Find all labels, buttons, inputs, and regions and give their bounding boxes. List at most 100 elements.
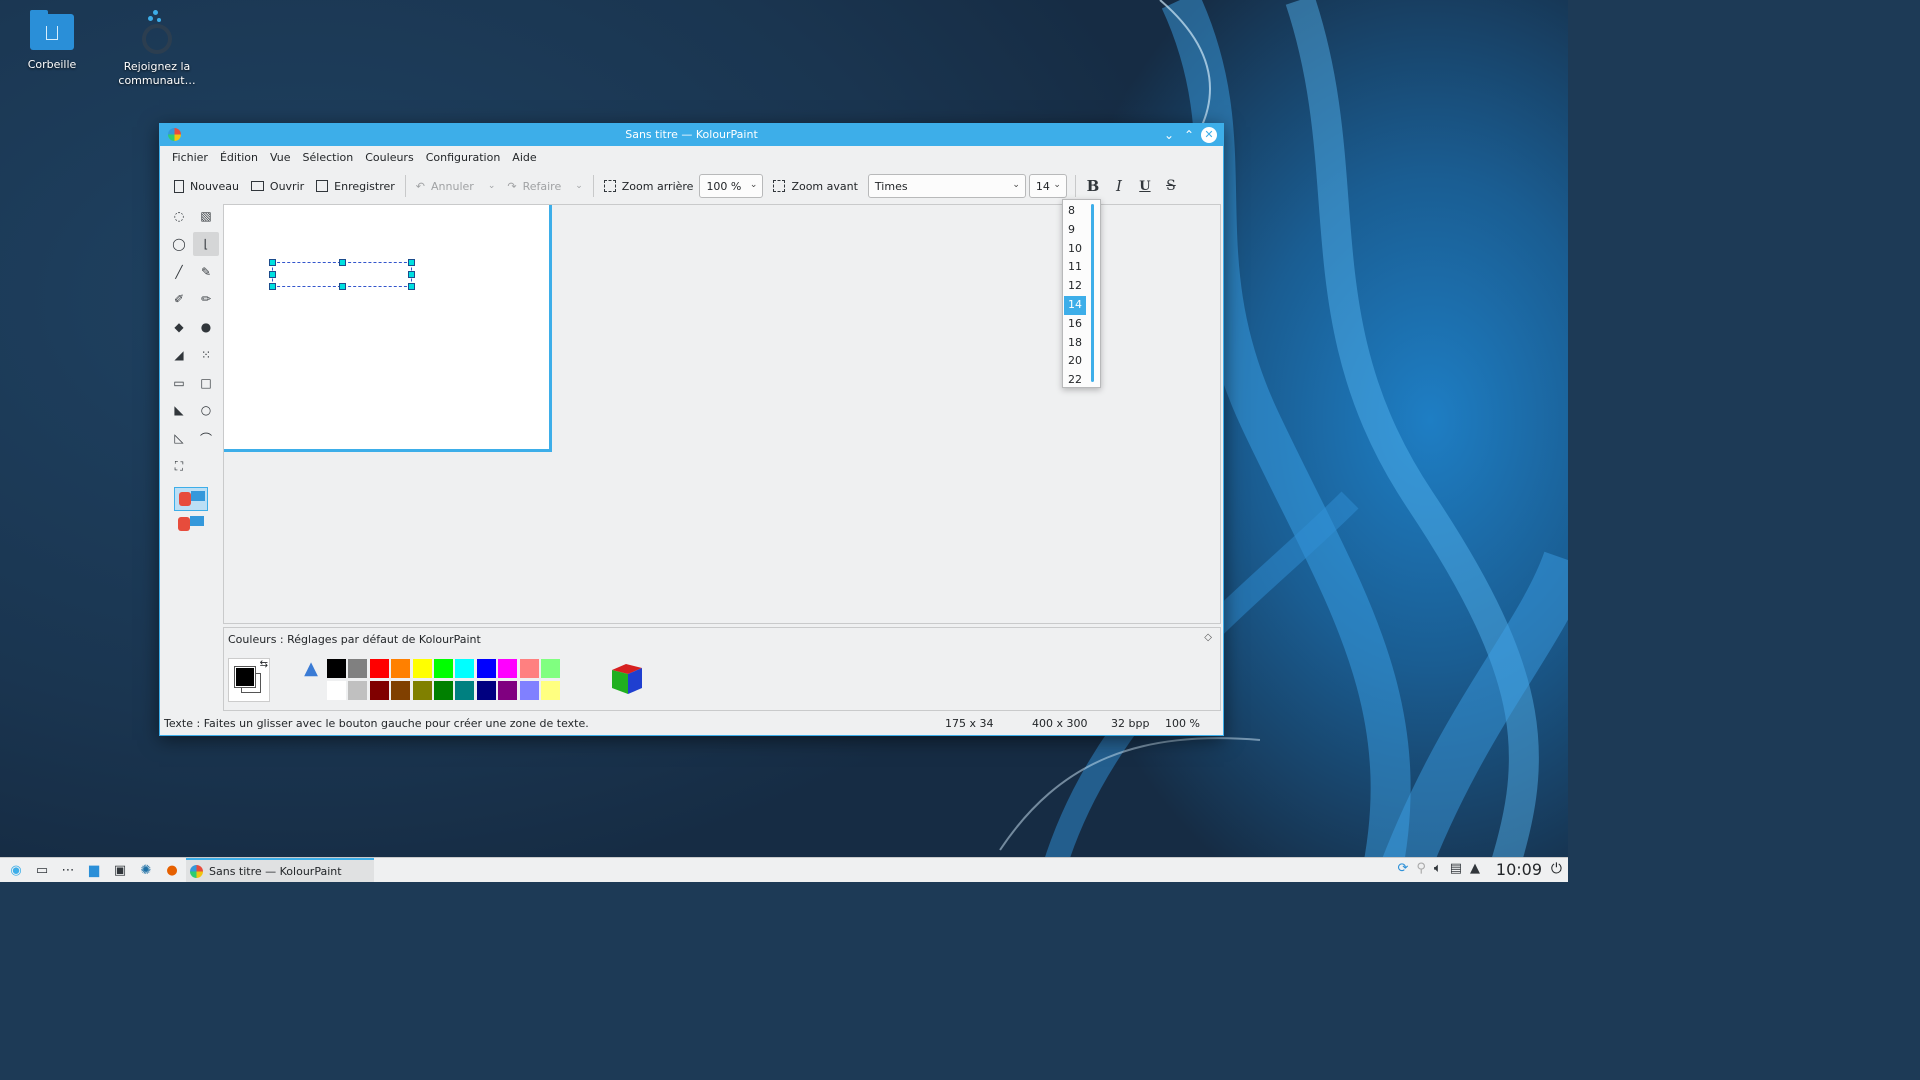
menu-vue[interactable]: Vue xyxy=(264,146,297,170)
opaque-selection-option[interactable] xyxy=(174,487,208,511)
file-manager-icon[interactable]: ▆ xyxy=(84,860,104,880)
color-cube-icon[interactable] xyxy=(610,662,644,696)
title-bar[interactable]: Sans titre — KolourPaint ⌄ ⌃ ✕ xyxy=(160,124,1223,146)
font-size-option[interactable]: 12 xyxy=(1064,277,1086,296)
bold-button[interactable]: B xyxy=(1080,173,1106,199)
drawing-canvas[interactable] xyxy=(224,205,552,452)
menu-fichier[interactable]: Fichier xyxy=(166,146,214,170)
polygon-tool[interactable]: ◣ xyxy=(166,398,192,422)
desktop-icon-trash[interactable]: Corbeille xyxy=(7,8,97,72)
menu-edition[interactable]: Édition xyxy=(214,146,264,170)
resize-handle[interactable] xyxy=(269,271,276,278)
dropdown-scrollbar[interactable] xyxy=(1091,204,1094,382)
font-size-option[interactable]: 8 xyxy=(1064,202,1086,221)
desktop-icon-community[interactable]: Rejoignez la communaut… xyxy=(112,8,202,88)
font-size-option[interactable]: 18 xyxy=(1064,334,1086,353)
palette-color-swatch[interactable] xyxy=(390,658,412,679)
power-icon[interactable]: ⏻ xyxy=(1551,861,1562,877)
zoom-tool[interactable]: ⛶ xyxy=(166,454,192,478)
palette-color-swatch[interactable] xyxy=(475,680,497,701)
open-button[interactable]: Ouvrir xyxy=(245,173,310,199)
show-desktop-icon[interactable]: ▭ xyxy=(32,860,52,880)
eraser-tool[interactable]: ✐ xyxy=(166,287,192,311)
line-tool[interactable]: ╱ xyxy=(166,260,192,284)
font-size-option[interactable]: 11 xyxy=(1064,258,1086,277)
resize-handle[interactable] xyxy=(339,259,346,266)
resize-handle[interactable] xyxy=(269,283,276,290)
menu-couleurs[interactable]: Couleurs xyxy=(359,146,419,170)
network-icon[interactable]: ⚲ xyxy=(1416,861,1426,876)
flood-fill-tool[interactable]: ◆ xyxy=(166,315,192,339)
palette-color-swatch[interactable] xyxy=(540,680,561,701)
curve-tool[interactable]: ⌒ xyxy=(193,426,219,450)
menu-aide[interactable]: Aide xyxy=(506,146,542,170)
chevron-down-icon[interactable]: ⌄ xyxy=(575,181,583,191)
font-size-option-selected[interactable]: 14 xyxy=(1064,295,1086,315)
resize-handle[interactable] xyxy=(408,259,415,266)
menu-selection[interactable]: Sélection xyxy=(297,146,360,170)
palette-color-swatch[interactable] xyxy=(390,680,412,701)
italic-button[interactable]: I xyxy=(1106,173,1132,199)
minimize-button[interactable]: ⌄ xyxy=(1161,127,1177,143)
palette-color-swatch[interactable] xyxy=(411,658,433,679)
palette-color-swatch[interactable] xyxy=(433,680,454,701)
palette-color-swatch[interactable] xyxy=(411,680,433,701)
palette-color-swatch[interactable] xyxy=(518,680,540,701)
settings-icon[interactable]: ✺ xyxy=(136,860,156,880)
chevron-down-icon[interactable]: ⌄ xyxy=(488,181,496,191)
resize-handle[interactable] xyxy=(269,259,276,266)
underline-button[interactable]: U xyxy=(1132,173,1158,199)
rectangle-tool[interactable]: □ xyxy=(193,371,219,395)
palette-color-swatch[interactable] xyxy=(475,658,497,679)
palette-color-swatch[interactable] xyxy=(368,680,390,701)
palette-color-swatch[interactable] xyxy=(326,680,347,701)
font-size-option[interactable]: 22 xyxy=(1064,371,1086,390)
palette-color-swatch[interactable] xyxy=(326,658,347,679)
swap-colors-icon[interactable]: ⇆ xyxy=(260,659,268,670)
more-icon[interactable]: ⋯ xyxy=(58,860,78,880)
close-button[interactable]: ✕ xyxy=(1201,127,1217,143)
font-family-combo[interactable]: Times ⌄ xyxy=(867,174,1026,198)
tray-expand-icon[interactable]: ▲ xyxy=(1470,861,1480,876)
clipboard-icon[interactable]: ▤ xyxy=(1450,861,1462,876)
resize-handle[interactable] xyxy=(408,283,415,290)
zoom-combo[interactable]: 100 % ⌄ xyxy=(699,174,764,198)
brush-tool[interactable]: ✏ xyxy=(193,287,219,311)
clock[interactable]: 10:09 xyxy=(1496,860,1542,879)
free-form-selection-tool[interactable]: ◌ xyxy=(166,204,192,228)
zoom-out-button[interactable]: Zoom arrière xyxy=(598,173,700,199)
font-size-option[interactable]: 20 xyxy=(1064,352,1086,371)
menu-configuration[interactable]: Configuration xyxy=(420,146,507,170)
color-eraser-tool[interactable]: ◢ xyxy=(166,343,192,367)
strikethrough-button[interactable]: S xyxy=(1158,173,1184,199)
task-entry-kolourpaint[interactable]: Sans titre — KolourPaint xyxy=(186,858,374,882)
palette-color-swatch[interactable] xyxy=(347,680,369,701)
font-size-combo[interactable]: 14 ⌄ xyxy=(1028,174,1067,198)
ellipse-tool[interactable]: ○ xyxy=(193,398,219,422)
application-launcher-icon[interactable]: ◉ xyxy=(6,860,26,880)
new-button[interactable]: Nouveau xyxy=(168,173,245,199)
elliptical-selection-tool[interactable]: ◯ xyxy=(166,232,192,256)
text-tool[interactable]: ⌊ xyxy=(193,232,219,256)
font-size-option[interactable]: 10 xyxy=(1064,240,1086,259)
rounded-rectangle-tool[interactable]: ▭ xyxy=(166,371,192,395)
firefox-icon[interactable]: ● xyxy=(162,860,182,880)
color-picker-tool[interactable]: ● xyxy=(193,315,219,339)
text-selection-box[interactable] xyxy=(269,259,415,290)
terminal-icon[interactable]: ▣ xyxy=(110,860,130,880)
palette-color-swatch[interactable] xyxy=(454,658,476,679)
foreground-color-swatch[interactable] xyxy=(234,666,256,688)
palette-color-swatch[interactable] xyxy=(518,658,540,679)
font-size-option[interactable]: 9 xyxy=(1064,221,1086,240)
palette-color-swatch[interactable] xyxy=(368,658,390,679)
spraycan-tool[interactable]: ⁙ xyxy=(193,343,219,367)
pen-tool[interactable]: ✎ xyxy=(193,260,219,284)
connected-lines-tool[interactable]: ◺ xyxy=(166,426,192,450)
volume-icon[interactable]: 🔈︎ xyxy=(1434,861,1442,876)
float-panel-icon[interactable]: ◇ xyxy=(1204,632,1212,643)
undo-button[interactable]: ↶ Annuler ⌄ xyxy=(410,173,502,199)
save-button[interactable]: Enregistrer xyxy=(310,173,401,199)
palette-color-swatch[interactable] xyxy=(497,680,519,701)
transparent-selection-option[interactable] xyxy=(174,513,208,537)
palette-color-swatch[interactable] xyxy=(497,658,519,679)
